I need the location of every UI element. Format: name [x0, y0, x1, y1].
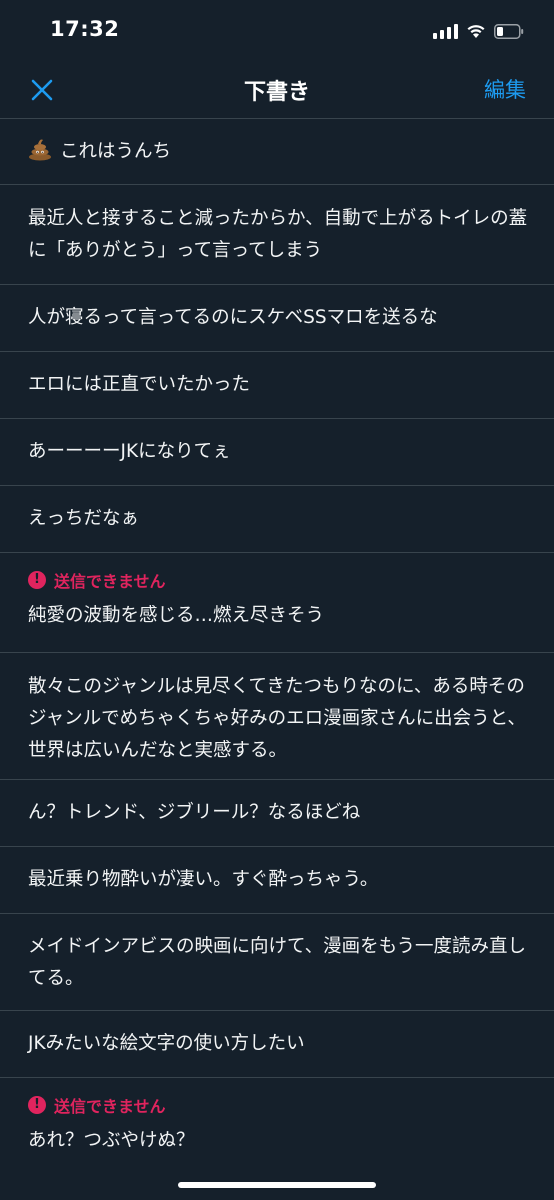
draft-text: これはうんち	[28, 136, 530, 168]
edit-button[interactable]: 編集	[484, 74, 526, 104]
draft-item[interactable]: 人が寝るって言ってるのにスケベSSマロを送るな	[0, 285, 554, 352]
draft-item[interactable]: ! 送信できません 純愛の波動を感じる…燃え尽きそう	[0, 553, 554, 653]
draft-text: 散々このジャンルは見尽くてきたつもりなのに、ある時そのジャンルでめちゃくちゃ好み…	[28, 676, 526, 761]
status-time: 17:32	[50, 17, 120, 41]
home-indicator[interactable]	[178, 1182, 376, 1188]
error-alert-icon: !	[28, 1096, 46, 1114]
draft-text: ん？トレンド、ジブリール？なるほどね	[28, 802, 361, 823]
draft-text: エロには正直でいたかった	[28, 374, 251, 395]
draft-text: あれ？つぶやけぬ？	[28, 1130, 195, 1151]
page-title: 下書き	[243, 80, 310, 105]
pile-of-poo-icon	[29, 139, 51, 161]
draft-item[interactable]: エロには正直でいたかった	[0, 352, 554, 419]
error-row: ! 送信できません	[28, 568, 530, 592]
draft-item[interactable]: メイドインアビスの映画に向けて、漫画をもう一度読み直してる。	[0, 914, 554, 1011]
draft-text: 最近人と接すること減ったからか、自動で上がるトイレの蓋に「ありがとう」って言って…	[28, 208, 528, 261]
draft-text: 人が寝るって言ってるのにスケベSSマロを送るな	[28, 307, 438, 328]
draft-item[interactable]: JKみたいな絵文字の使い方したい	[0, 1011, 554, 1078]
draft-text: JKみたいな絵文字の使い方したい	[28, 1033, 305, 1054]
draft-item[interactable]: 散々このジャンルは見尽くてきたつもりなのに、ある時そのジャンルでめちゃくちゃ好み…	[0, 653, 554, 780]
navigation-bar: 下書き 編集	[0, 60, 554, 119]
cellular-signal-icon	[433, 23, 458, 39]
draft-item[interactable]: 最近人と接すること減ったからか、自動で上がるトイレの蓋に「ありがとう」って言って…	[0, 185, 554, 285]
draft-text: 純愛の波動を感じる…燃え尽きそう	[28, 605, 325, 626]
error-label: 送信できません	[54, 1097, 166, 1116]
error-row: ! 送信できません	[28, 1093, 530, 1117]
draft-text: えっちだなぁ	[28, 508, 140, 529]
error-alert-icon: !	[28, 571, 46, 589]
draft-item[interactable]: 最近乗り物酔いが凄い。すぐ酔っちゃう。	[0, 847, 554, 914]
draft-item[interactable]: えっちだなぁ	[0, 486, 554, 553]
draft-text: あーーーーJKになりてぇ	[28, 441, 231, 462]
status-icons	[433, 20, 524, 42]
wifi-icon	[466, 23, 486, 39]
draft-text: メイドインアビスの映画に向けて、漫画をもう一度読み直してる。	[28, 936, 527, 989]
draft-item[interactable]: ! 送信できません あれ？つぶやけぬ？	[0, 1078, 554, 1178]
draft-text: 最近乗り物酔いが凄い。すぐ酔っちゃう。	[28, 869, 379, 890]
drafts-list: これはうんち 最近人と接すること減ったからか、自動で上がるトイレの蓋に「ありがと…	[0, 119, 554, 1178]
draft-item[interactable]: あーーーーJKになりてぇ	[0, 419, 554, 486]
draft-item[interactable]: ん？トレンド、ジブリール？なるほどね	[0, 780, 554, 847]
error-label: 送信できません	[54, 572, 166, 591]
draft-text-content: これはうんち	[60, 141, 172, 162]
status-bar: 17:32	[0, 0, 554, 60]
battery-icon	[494, 23, 524, 39]
draft-item[interactable]: これはうんち	[0, 119, 554, 185]
